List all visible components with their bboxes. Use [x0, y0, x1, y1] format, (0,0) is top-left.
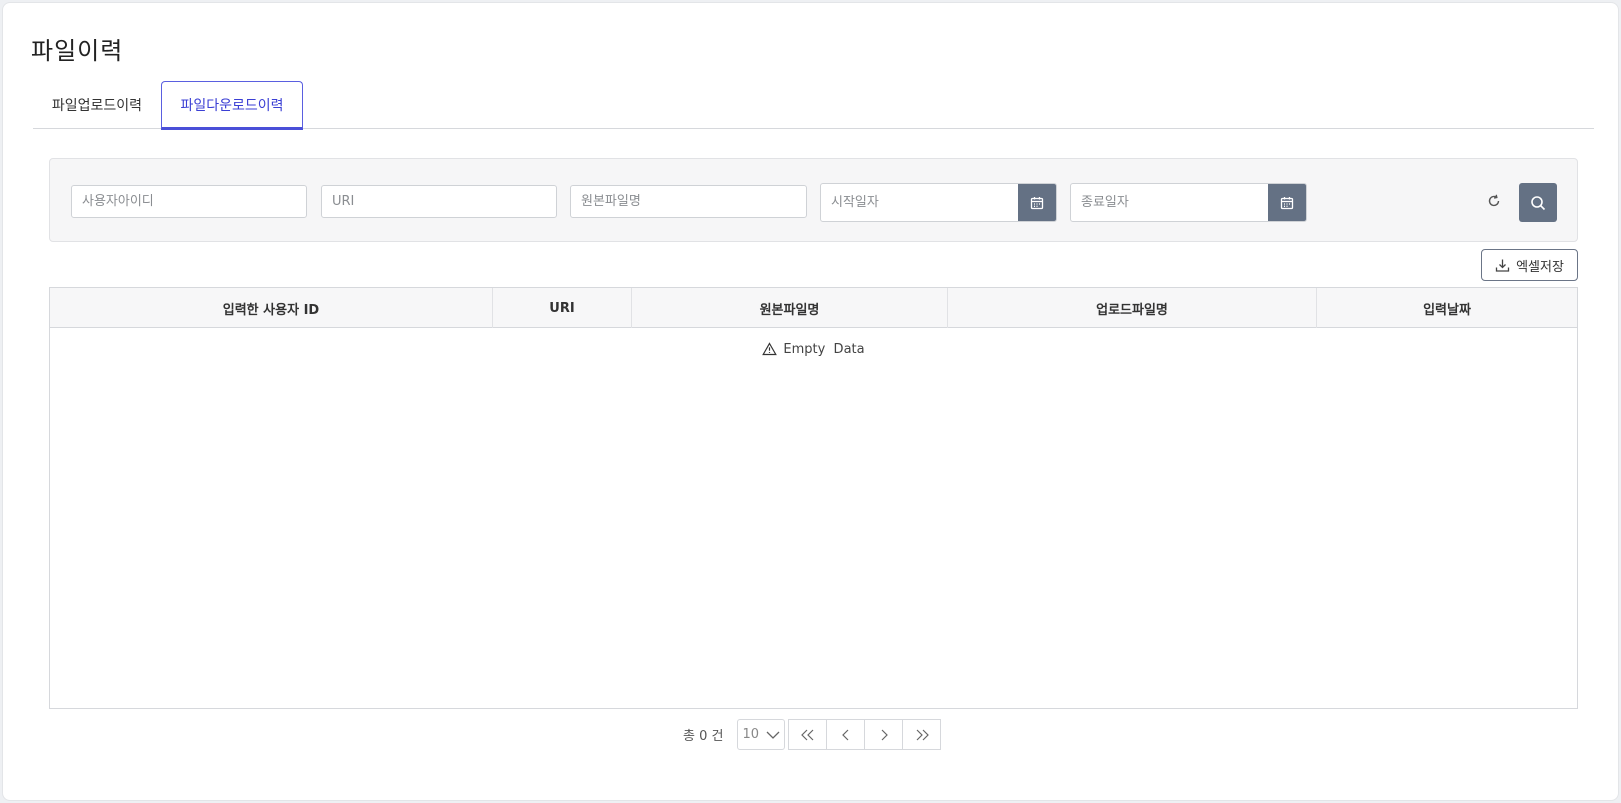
start-date-picker: [820, 183, 1057, 222]
reset-button[interactable]: [1480, 187, 1508, 215]
download-icon: [1495, 259, 1510, 272]
tab-bar: 파일업로드이력 파일다운로드이력: [33, 81, 1594, 130]
column-header-original-filename[interactable]: 원본파일명: [632, 288, 948, 328]
page-size-value: 10: [742, 727, 760, 742]
prev-page-button[interactable]: [826, 719, 866, 750]
tab-file-download-history[interactable]: 파일다운로드이력: [161, 81, 303, 130]
first-page-button[interactable]: [788, 719, 828, 750]
page-size-select[interactable]: 10: [737, 719, 786, 750]
end-date-calendar-button[interactable]: [1268, 184, 1306, 221]
original-filename-input[interactable]: [570, 185, 807, 218]
chevron-down-icon: [767, 731, 780, 739]
warning-icon: [762, 342, 778, 356]
end-date-input[interactable]: [1071, 184, 1269, 221]
calendar-icon: [1280, 196, 1294, 209]
total-count: 총 0 건: [683, 729, 724, 744]
end-date-picker: [1070, 183, 1307, 222]
search-panel: [49, 158, 1578, 242]
refresh-icon: [1488, 194, 1500, 207]
table-header: 입력한 사용자 ID URI 원본파일명 업로드파일명 입력날짜: [50, 288, 1577, 328]
search-button[interactable]: [1519, 183, 1557, 222]
empty-state-text: Empty Data: [783, 341, 865, 357]
page-title: 파일이력: [31, 37, 124, 65]
chevron-right-icon: [881, 729, 888, 740]
history-table: 입력한 사용자 ID URI 원본파일명 업로드파일명 입력날짜 Empty D…: [49, 287, 1578, 709]
double-chevron-left-icon: [801, 729, 814, 740]
pagination: 총 0 건 10: [683, 719, 942, 750]
column-header-input-date[interactable]: 입력날짜: [1317, 288, 1577, 328]
search-icon: [1531, 195, 1546, 210]
empty-state: Empty Data: [50, 328, 1577, 370]
user-id-input[interactable]: [71, 185, 307, 218]
start-date-calendar-button[interactable]: [1018, 184, 1056, 221]
main-card: 파일이력 파일업로드이력 파일다운로드이력 사용자아이디 URI 원본파일명 시…: [2, 2, 1619, 801]
column-header-uri[interactable]: URI: [493, 288, 632, 328]
chevron-left-icon: [842, 729, 849, 740]
column-header-user-id[interactable]: 입력한 사용자 ID: [50, 288, 493, 328]
uri-input[interactable]: [321, 185, 557, 218]
double-chevron-right-icon: [916, 729, 929, 740]
calendar-icon: [1030, 196, 1044, 209]
excel-export-button[interactable]: 엑셀저장: [1481, 249, 1578, 281]
tab-file-upload-history[interactable]: 파일업로드이력: [33, 81, 161, 129]
start-date-input[interactable]: [821, 184, 1019, 221]
last-page-button[interactable]: [902, 719, 942, 750]
column-header-upload-filename[interactable]: 업로드파일명: [948, 288, 1317, 328]
excel-export-label: 엑셀저장: [1516, 259, 1564, 275]
next-page-button[interactable]: [864, 719, 904, 750]
